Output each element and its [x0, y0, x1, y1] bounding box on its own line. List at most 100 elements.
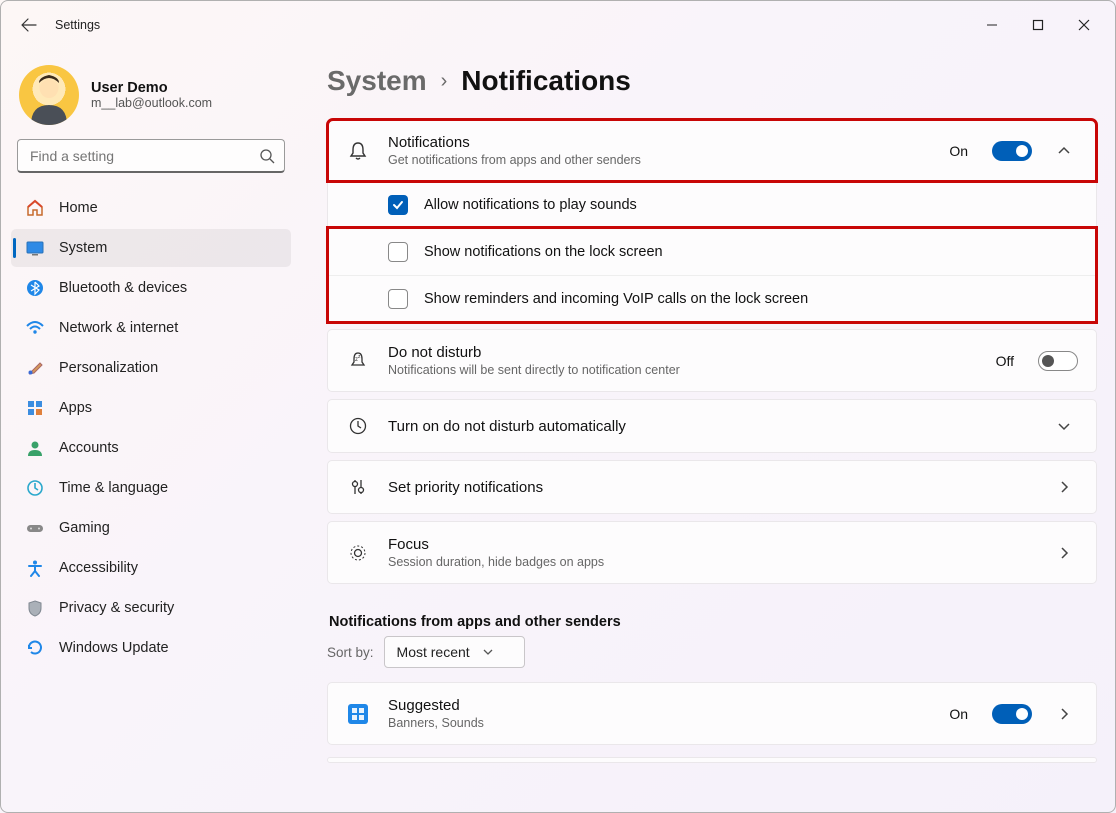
dnd-subtitle: Notifications will be sent directly to n… [388, 363, 978, 377]
breadcrumb-parent[interactable]: System [327, 65, 427, 97]
dnd-toggle[interactable] [1038, 351, 1078, 371]
nav-item-accessibility[interactable]: Accessibility [11, 549, 291, 587]
user-profile[interactable]: User Demo m__lab@outlook.com [11, 59, 291, 139]
dnd-icon: zz [346, 349, 370, 373]
lock-screen-checkbox[interactable] [388, 242, 408, 262]
auto-dnd-title: Turn on do not disturb automatically [388, 418, 1032, 435]
dnd-state: Off [996, 353, 1014, 369]
clock-icon [346, 414, 370, 438]
search-input[interactable] [17, 139, 285, 173]
priority-icon [346, 475, 370, 499]
chevron-right-icon: › [441, 70, 448, 93]
voip-lock-label: Show reminders and incoming VoIP calls o… [424, 291, 808, 307]
breadcrumb: System › Notifications [327, 65, 1097, 97]
voip-lock-row[interactable]: Show reminders and incoming VoIP calls o… [328, 275, 1096, 322]
nav-item-network[interactable]: Network & internet [11, 309, 291, 347]
suggested-subtitle: Banners, Sounds [388, 716, 931, 730]
suggested-app-icon [346, 702, 370, 726]
accessibility-icon [25, 558, 45, 578]
focus-card[interactable]: Focus Session duration, hide badges on a… [327, 521, 1097, 584]
search-icon [259, 148, 275, 164]
allow-sounds-row[interactable]: Allow notifications to play sounds [328, 181, 1096, 228]
nav-item-time-language[interactable]: Time & language [11, 469, 291, 507]
chevron-right-icon [1057, 707, 1071, 721]
sort-select[interactable]: Most recent [384, 636, 525, 668]
navigate-button[interactable] [1050, 546, 1078, 560]
nav-item-privacy[interactable]: Privacy & security [11, 589, 291, 627]
nav-label: Personalization [59, 360, 158, 376]
suggested-toggle[interactable] [992, 704, 1032, 724]
collapse-button[interactable] [1050, 144, 1078, 158]
nav-item-system[interactable]: System [11, 229, 291, 267]
chevron-up-icon [1057, 144, 1071, 158]
close-button[interactable] [1061, 9, 1107, 41]
nav-label: Apps [59, 400, 92, 416]
close-icon [1078, 19, 1090, 31]
system-icon [25, 238, 45, 258]
navigate-button[interactable] [1050, 707, 1078, 721]
nav-label: Privacy & security [59, 600, 174, 616]
apps-icon [25, 398, 45, 418]
notifications-card: Notifications Get notifications from app… [327, 119, 1097, 323]
nav-label: Accessibility [59, 560, 138, 576]
priority-title: Set priority notifications [388, 479, 1032, 496]
clock-globe-icon [25, 478, 45, 498]
nav-item-accounts[interactable]: Accounts [11, 429, 291, 467]
search-button[interactable] [255, 144, 279, 168]
allow-sounds-checkbox[interactable] [388, 195, 408, 215]
notifications-toggle[interactable] [992, 141, 1032, 161]
wifi-icon [25, 318, 45, 338]
auto-dnd-card[interactable]: Turn on do not disturb automatically [327, 399, 1097, 453]
back-button[interactable] [9, 5, 49, 45]
sort-label: Sort by: [327, 645, 374, 660]
lock-screen-row[interactable]: Show notifications on the lock screen [328, 228, 1096, 275]
sort-row: Sort by: Most recent [327, 636, 1097, 668]
nav-label: Accounts [59, 440, 119, 456]
navigate-button[interactable] [1050, 480, 1078, 494]
window-controls [969, 9, 1107, 41]
chevron-right-icon [1057, 546, 1071, 560]
chevron-down-icon [1057, 419, 1071, 433]
maximize-icon [1032, 19, 1044, 31]
nav-label: System [59, 240, 107, 256]
arrow-left-icon [21, 17, 37, 33]
nav-label: Time & language [59, 480, 168, 496]
suggested-state: On [949, 706, 968, 722]
avatar [19, 65, 79, 125]
nav-list: Home System Bluetooth & devices Network … [11, 189, 291, 667]
nav-label: Home [59, 200, 98, 216]
minimize-button[interactable] [969, 9, 1015, 41]
expand-button[interactable] [1050, 419, 1078, 433]
maximize-button[interactable] [1015, 9, 1061, 41]
brush-icon [25, 358, 45, 378]
check-icon [391, 198, 405, 212]
lock-screen-label: Show notifications on the lock screen [424, 244, 663, 260]
dnd-card[interactable]: zz Do not disturb Notifications will be … [327, 329, 1097, 392]
nav-item-gaming[interactable]: Gaming [11, 509, 291, 547]
suggested-title: Suggested [388, 697, 931, 714]
breadcrumb-current: Notifications [461, 65, 631, 97]
home-icon [25, 198, 45, 218]
bell-icon [346, 139, 370, 163]
minimize-icon [986, 19, 998, 31]
nav-item-bluetooth[interactable]: Bluetooth & devices [11, 269, 291, 307]
suggested-sender-card[interactable]: Suggested Banners, Sounds On [327, 682, 1097, 745]
shield-icon [25, 598, 45, 618]
nav-item-update[interactable]: Windows Update [11, 629, 291, 667]
nav-label: Gaming [59, 520, 110, 536]
notifications-header-row[interactable]: Notifications Get notifications from app… [328, 120, 1096, 181]
priority-card[interactable]: Set priority notifications [327, 460, 1097, 514]
voip-lock-checkbox[interactable] [388, 289, 408, 309]
bluetooth-icon [25, 278, 45, 298]
next-card-peek [327, 757, 1097, 763]
dnd-title: Do not disturb [388, 344, 978, 361]
nav-item-home[interactable]: Home [11, 189, 291, 227]
nav-item-personalization[interactable]: Personalization [11, 349, 291, 387]
nav-label: Network & internet [59, 320, 178, 336]
focus-icon [346, 541, 370, 565]
nav-item-apps[interactable]: Apps [11, 389, 291, 427]
person-icon [25, 438, 45, 458]
chevron-right-icon [1057, 480, 1071, 494]
update-icon [25, 638, 45, 658]
chevron-down-icon [482, 646, 494, 658]
